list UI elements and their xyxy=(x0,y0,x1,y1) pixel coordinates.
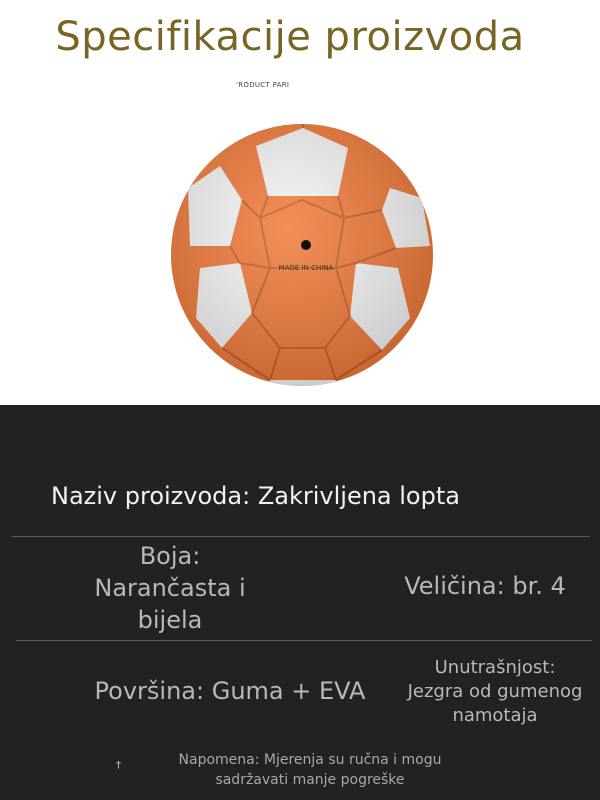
color-value-line1: Narančasta i xyxy=(94,574,246,602)
note-line2: sadržavati manje pogreške xyxy=(215,772,405,788)
color-label: Boja: xyxy=(139,542,201,570)
core-spec: Unutrašnjost: Jezgra od gumenog namotaja xyxy=(395,656,595,728)
packaging-label: 'RODUCT PARI xyxy=(236,81,290,89)
measurement-note: Napomena: Mjerenja su ručna i mogu sadrž… xyxy=(140,750,480,790)
divider-top xyxy=(12,536,590,537)
core-value-line1: Jezgra od gumenog xyxy=(407,681,583,702)
page-title: Specifikacije proizvoda xyxy=(55,14,525,60)
size-spec: Veličina: br. 4 xyxy=(404,572,566,600)
surface-spec: Površina: Guma + EVA xyxy=(94,677,366,705)
valve-hole xyxy=(301,240,311,250)
ball-shading xyxy=(171,124,433,386)
product-image-section: Specifikacije proizvoda 'RODUCT PARI MAD… xyxy=(0,0,600,405)
ball-graphic: MADE IN CHINA xyxy=(171,124,433,386)
product-name: Naziv proizvoda: Zakrivljena lopta xyxy=(51,482,460,510)
product-ball-image: MADE IN CHINA xyxy=(160,118,445,393)
core-label: Unutrašnjost: xyxy=(434,657,556,678)
note-line1: Napomena: Mjerenja su ručna i mogu xyxy=(178,752,442,768)
color-spec: Boja: Narančasta i bijela xyxy=(70,540,270,636)
color-value-line2: bijela xyxy=(137,606,203,634)
core-value-line2: namotaja xyxy=(452,705,538,726)
divider-middle xyxy=(16,640,592,641)
small-mark: † xyxy=(116,760,121,771)
ball-print-text: MADE IN CHINA xyxy=(279,264,334,272)
